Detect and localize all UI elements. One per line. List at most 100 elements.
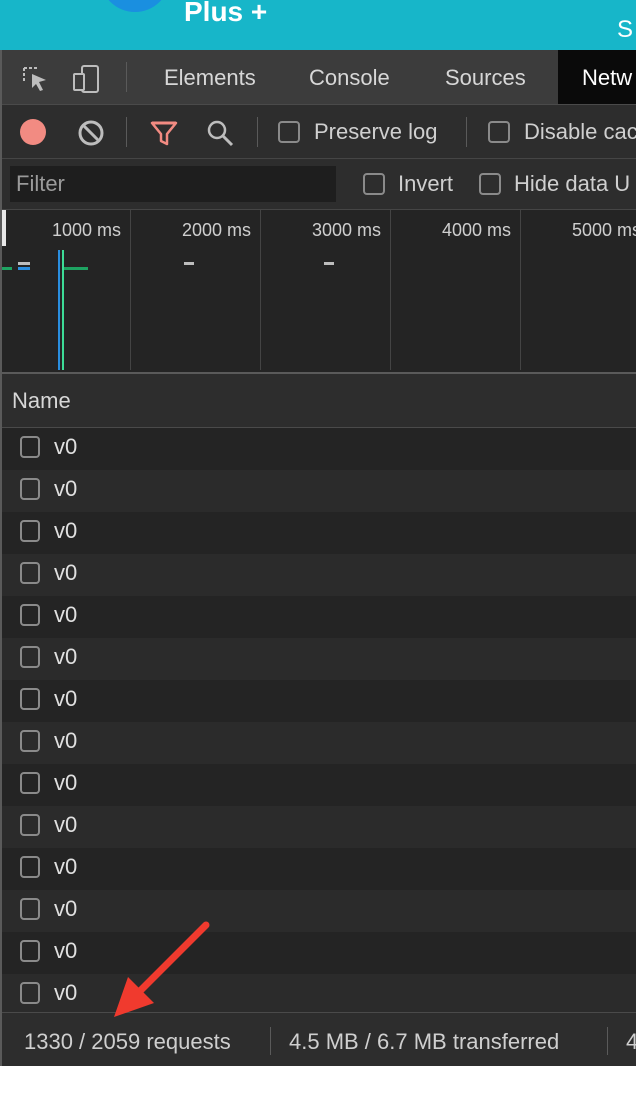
request-row[interactable]: v0 [2, 512, 636, 554]
overview-request-bar [184, 262, 194, 265]
tabbar-divider [126, 62, 127, 92]
request-name: v0 [54, 476, 78, 501]
request-row[interactable]: v0 [2, 806, 636, 848]
overview-gridline [260, 210, 261, 370]
status-trailing-text: 4 [626, 1029, 636, 1055]
request-row[interactable]: v0 [2, 596, 636, 638]
hide-data-urls-checkbox[interactable] [479, 173, 501, 195]
network-toolbar: Preserve log Disable cac [2, 105, 636, 159]
overview-tick: 4000 ms [442, 220, 512, 240]
overview-request-bar [18, 267, 30, 270]
request-row-icon [20, 772, 40, 794]
invert-label: Invert [398, 171, 454, 196]
name-column-header[interactable]: Name [2, 374, 636, 428]
request-name: v0 [54, 518, 78, 543]
request-name: v0 [54, 728, 78, 753]
request-row[interactable]: v0 [2, 428, 636, 470]
overview-tick: 1000 ms [52, 220, 122, 240]
header-right-text: S [617, 16, 634, 43]
request-row-icon [20, 688, 40, 710]
status-divider [607, 1027, 608, 1055]
devtools-panel: Elements Console Sources Netw Preserve l… [0, 50, 636, 1066]
load-event-marker [62, 250, 64, 370]
request-row-icon [20, 856, 40, 878]
request-name: v0 [54, 812, 78, 837]
request-name: v0 [54, 644, 78, 669]
overview-gridline [390, 210, 391, 370]
request-row-icon [20, 982, 40, 1004]
devtools-tabbar: Elements Console Sources Netw [2, 50, 636, 105]
annotation-arrow-icon [114, 921, 210, 1017]
name-column-label: Name [12, 388, 71, 413]
overview-request-bar [18, 262, 30, 265]
request-name: v0 [54, 896, 78, 921]
disable-cache-label: Disable cac [524, 119, 636, 144]
overview-gridline [520, 210, 521, 370]
request-row-icon [20, 940, 40, 962]
request-row[interactable]: v0 [2, 848, 636, 890]
request-row[interactable]: v0 [2, 932, 636, 974]
network-status-bar: 1330 / 2059 requests 4.5 MB / 6.7 MB tra… [2, 1012, 636, 1066]
tab-console[interactable]: Console [309, 50, 390, 104]
request-row[interactable]: v0 [2, 722, 636, 764]
request-row-icon [20, 478, 40, 500]
request-name: v0 [54, 434, 78, 459]
filter-input[interactable] [10, 166, 336, 202]
page-header: Plus + S [0, 0, 636, 50]
request-row[interactable]: v0 [2, 890, 636, 932]
request-list: v0 v0 v0 v0 v0 v0 v0 v0 v0 v0 v0 v0 v0 v… [2, 428, 636, 1016]
overview-request-bar [324, 262, 334, 265]
hide-data-urls-label: Hide data U [514, 171, 631, 196]
page-background [0, 1066, 636, 1100]
dom-content-loaded-marker [58, 250, 60, 370]
site-logo [100, 0, 170, 12]
overview-left-handle[interactable] [2, 210, 6, 246]
request-row-icon [20, 520, 40, 542]
tab-elements[interactable]: Elements [164, 50, 256, 104]
filter-icon[interactable] [149, 119, 179, 147]
request-row[interactable]: v0 [2, 764, 636, 806]
request-row[interactable]: v0 [2, 974, 636, 1016]
request-row-icon [20, 814, 40, 836]
overview-tick: 3000 ms [312, 220, 382, 240]
overview-request-bar [2, 267, 12, 270]
request-name: v0 [54, 602, 78, 627]
tab-network[interactable]: Netw [558, 50, 636, 104]
inspect-element-icon[interactable] [20, 64, 50, 94]
request-row[interactable]: v0 [2, 680, 636, 722]
toolbar-divider [466, 117, 467, 147]
transferred-size: 4.5 MB / 6.7 MB transferred [289, 1029, 560, 1054]
request-row-icon [20, 562, 40, 584]
overview-request-bar [64, 267, 88, 270]
request-name: v0 [54, 938, 78, 963]
request-name: v0 [54, 560, 78, 585]
record-button[interactable] [20, 119, 46, 145]
request-row[interactable]: v0 [2, 554, 636, 596]
request-row-icon [20, 898, 40, 920]
toolbar-divider [126, 117, 127, 147]
device-toolbar-icon[interactable] [72, 64, 102, 94]
network-overview[interactable]: 1000 ms 2000 ms 3000 ms 4000 ms 5000 ms [2, 210, 636, 374]
invert-checkbox[interactable] [363, 173, 385, 195]
request-row-icon [20, 730, 40, 752]
request-name: v0 [54, 686, 78, 711]
tab-sources[interactable]: Sources [445, 50, 526, 104]
request-row-icon [20, 646, 40, 668]
overview-tick: 2000 ms [182, 220, 252, 240]
request-name: v0 [54, 854, 78, 879]
disable-cache-checkbox[interactable] [488, 121, 510, 143]
request-row[interactable]: v0 [2, 638, 636, 680]
request-row[interactable]: v0 [2, 470, 636, 512]
overview-gridline [130, 210, 131, 370]
overview-tick: 5000 ms [572, 220, 636, 240]
request-count: 1330 / 2059 requests [24, 1029, 231, 1054]
toolbar-divider [257, 117, 258, 147]
preserve-log-label: Preserve log [314, 119, 438, 144]
preserve-log-checkbox[interactable] [278, 121, 300, 143]
clear-icon[interactable] [77, 119, 105, 147]
search-icon[interactable] [205, 118, 235, 148]
request-row-icon [20, 604, 40, 626]
brand-title: Plus + [184, 0, 268, 27]
request-row-icon [20, 436, 40, 458]
filter-row: Invert Hide data U [2, 159, 636, 210]
